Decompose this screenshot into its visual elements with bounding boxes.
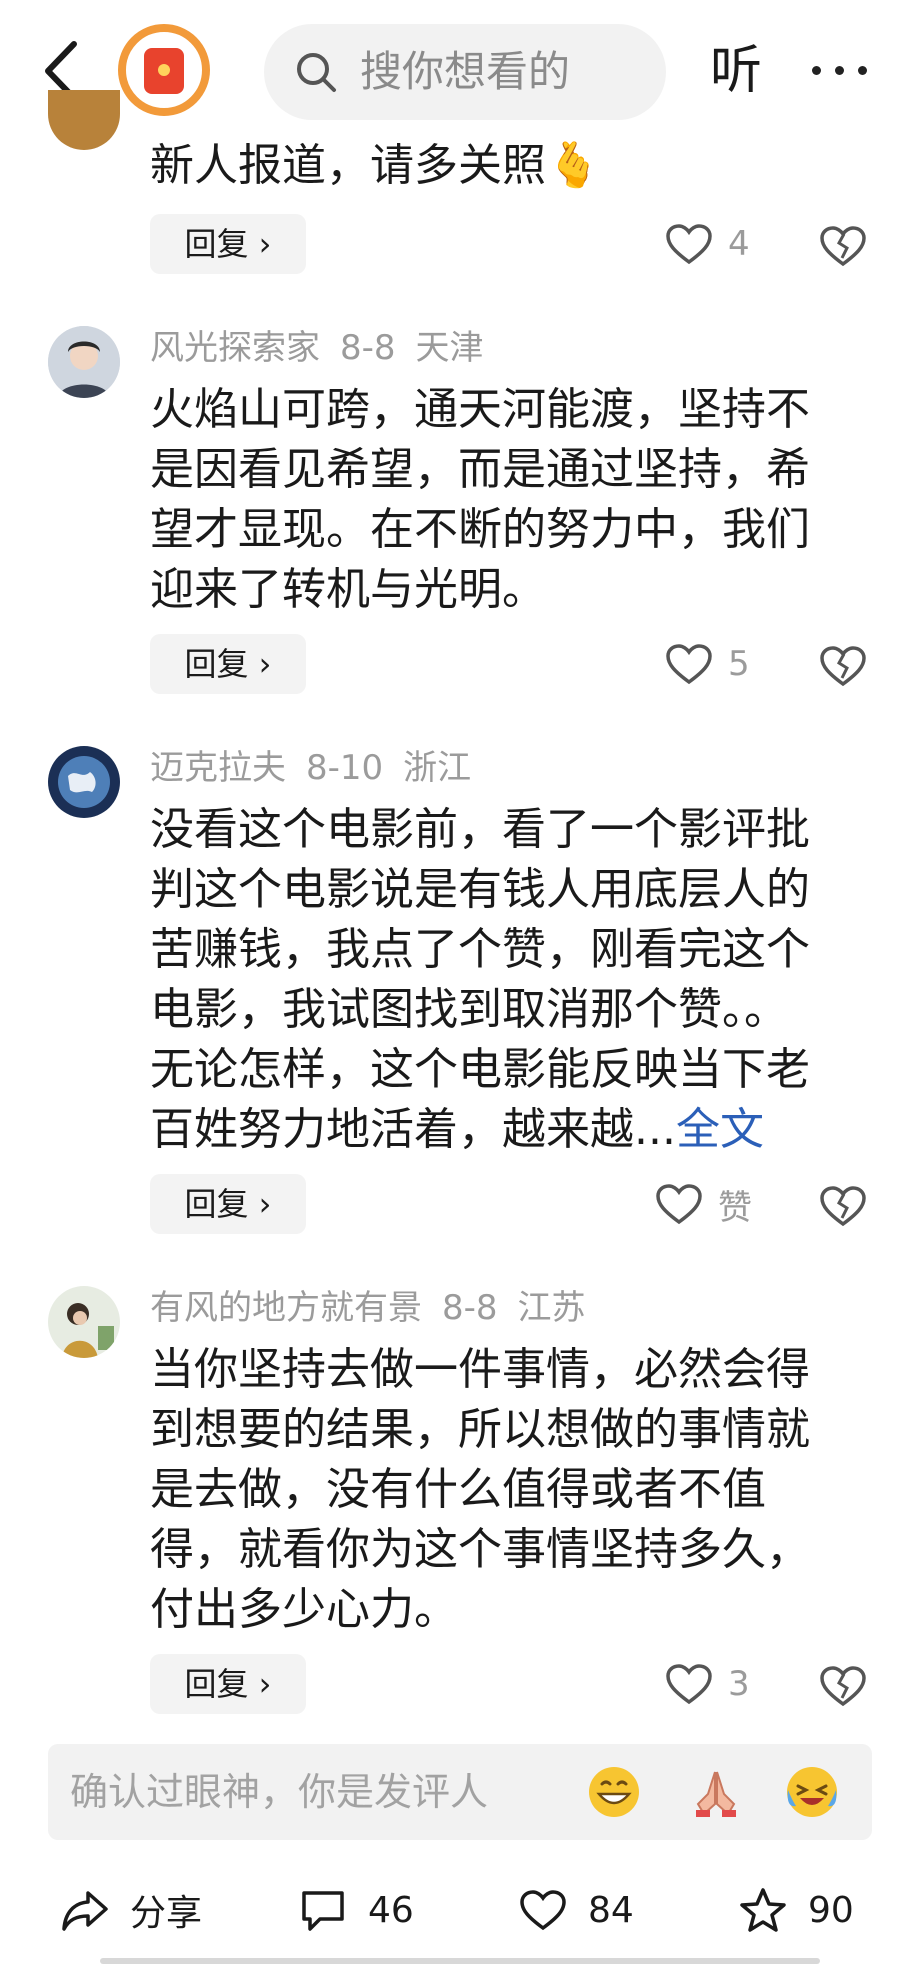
expand-full-text-link[interactable]: 全文 [676,1104,764,1155]
username[interactable]: 迈克拉夫 [150,748,286,788]
comment-location: 江苏 [517,1288,586,1328]
search-placeholder: 搜你想看的 [360,47,571,96]
like-post-button[interactable]: 84 [518,1880,634,1940]
heart-icon [666,644,712,685]
comment-count: 46 [368,1889,414,1931]
share-label: 分享 [130,1893,203,1934]
heart-icon [520,1890,566,1931]
user-avatar-image [48,746,120,818]
username[interactable]: 有风的地方就有景 [150,1288,422,1328]
reply-button[interactable]: 回复 › [150,634,306,694]
dislike-button[interactable] [818,634,868,694]
like-count: 4 [728,224,750,264]
favorite-count: 90 [808,1889,854,1931]
like-count: 5 [728,644,750,684]
broken-heart-icon [820,1186,866,1227]
comment-text: 新人报道，请多关照🫰 [150,140,601,191]
reply-button[interactable]: 回复 › [150,214,306,274]
comment-meta: 有风的地方就有景 8-8 江苏 [150,1284,606,1332]
grinning-emoji-icon[interactable] [586,1764,642,1820]
heart-icon [666,224,712,265]
star-icon [740,1888,786,1932]
share-icon [62,1891,108,1931]
comment-location: 浙江 [403,748,472,788]
user-avatar-image [48,1286,120,1358]
comment-input-placeholder: 确认过眼神，你是发评人 [70,1770,489,1814]
avatar[interactable] [48,1286,120,1358]
username[interactable]: 风光探索家 [150,328,320,368]
heart-icon [656,1184,702,1225]
like-button[interactable]: 4 [664,214,750,274]
like-count: 赞 [718,1187,752,1228]
listen-button[interactable]: 听 [710,36,762,106]
comment-text: 火焰山可跨，通天河能渡，坚持不 是因看见希望，而是通过坚持，希 望才显现。在不断… [150,384,810,615]
more-options-button[interactable] [808,44,872,96]
red-envelope-icon [144,48,184,94]
comment-text-content: 没看这个电影前，看了一个影评批 判这个电影说是有钱人用底层人的 苦赚钱，我点了个… [150,804,810,1155]
like-button[interactable]: 赞 [654,1174,752,1234]
home-indicator[interactable] [100,1958,820,1964]
broken-heart-icon [820,226,866,267]
share-button[interactable]: 分享 [60,1880,202,1940]
broken-heart-icon [820,1666,866,1707]
comment-meta: 迈克拉夫 8-10 浙江 [150,744,491,792]
broken-heart-icon [820,646,866,687]
red-envelope-button[interactable] [118,24,210,116]
more-dot-icon [835,66,844,75]
reply-button[interactable]: 回复 › [150,1174,306,1234]
avatar[interactable] [48,746,120,818]
comment-text: 当你坚持去做一件事情，必然会得 到想要的结果，所以想做的事情就 是去做，没有什么… [150,1344,810,1635]
heart-icon [666,1664,712,1705]
avatar[interactable] [48,326,120,398]
search-input[interactable]: 搜你想看的 [264,24,666,120]
search-icon [297,53,336,92]
like-count: 3 [728,1664,750,1704]
more-dot-icon [858,66,867,75]
post-like-count: 84 [588,1889,634,1931]
comment-date: 8-8 [442,1288,498,1328]
pray-emoji-icon[interactable] [688,1764,744,1820]
like-button[interactable]: 5 [664,634,750,694]
comment-date: 8-10 [306,748,384,788]
dislike-button[interactable] [818,1654,868,1714]
comment-text: 没看这个电影前，看了一个影评批 判这个电影说是有钱人用底层人的 苦赚钱，我点了个… [150,800,850,1160]
crying-laughing-emoji-icon[interactable] [784,1764,840,1820]
user-avatar-image [48,326,120,398]
like-button[interactable]: 3 [664,1654,750,1714]
comment-count-button[interactable]: 46 [298,1880,414,1940]
bottom-action-bar: 分享 46 84 90 [0,1872,920,1952]
comment-input[interactable]: 确认过眼神，你是发评人 [48,1744,872,1840]
favorite-button[interactable]: 90 [738,1880,854,1940]
reply-button[interactable]: 回复 › [150,1654,306,1714]
comment-meta: 风光探索家 8-8 天津 [150,324,504,372]
more-dot-icon [812,66,821,75]
comment-date: 8-8 [340,328,396,368]
dislike-button[interactable] [818,1174,868,1234]
comment-bubble-icon [302,1891,344,1931]
dislike-button[interactable] [818,214,868,274]
top-bar: 搜你想看的 听 [0,0,920,150]
comment-location: 天津 [415,328,484,368]
